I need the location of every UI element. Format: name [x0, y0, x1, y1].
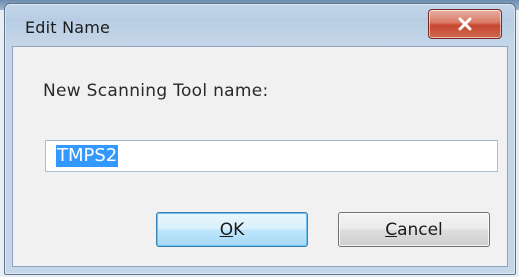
ok-button[interactable]: OK [156, 212, 308, 247]
cancel-accelerator: C [385, 219, 398, 240]
dialog-title: Edit Name [25, 18, 111, 37]
cancel-button[interactable]: Cancel [338, 212, 490, 247]
name-input-value: TMPS2 [56, 145, 119, 167]
name-prompt-label: New Scanning Tool name: [43, 81, 269, 101]
ok-label-rest: K [233, 219, 245, 240]
dialog-body: New Scanning Tool name: TMPS2 OK Cancel [12, 46, 508, 267]
cancel-label-rest: ancel [397, 219, 443, 240]
edit-name-dialog: Edit Name New Scanning Tool name: TMPS2 … [4, 3, 516, 275]
close-icon [457, 17, 473, 31]
ok-accelerator: O [219, 219, 234, 240]
close-button[interactable] [428, 9, 502, 39]
title-bar[interactable]: Edit Name [5, 4, 515, 44]
name-input[interactable]: TMPS2 [45, 140, 498, 172]
